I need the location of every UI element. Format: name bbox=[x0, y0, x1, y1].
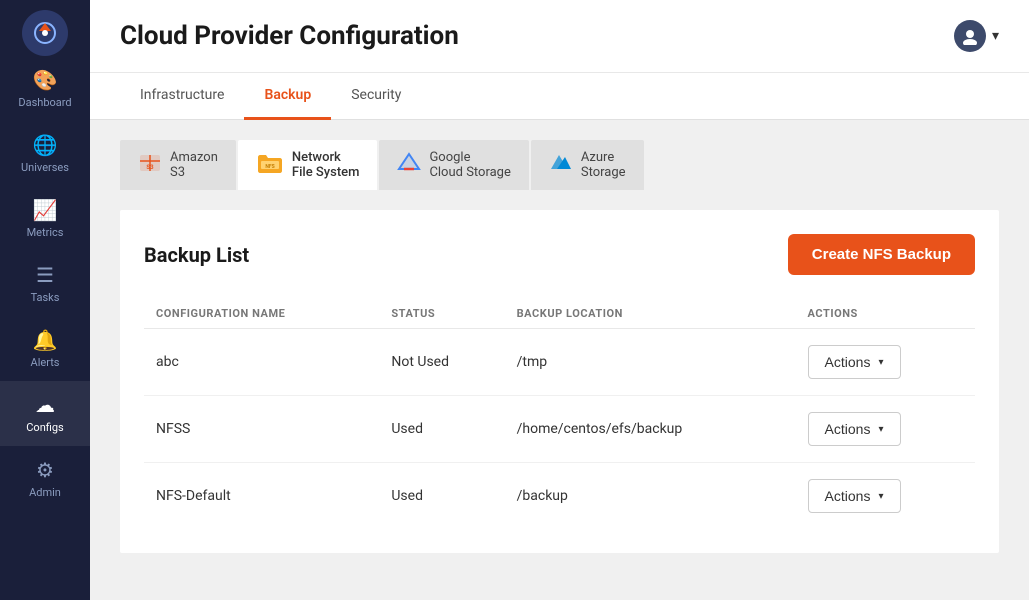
col-status: STATUS bbox=[379, 299, 504, 329]
cell-actions: Actions ▾ bbox=[796, 329, 975, 396]
nfs-folder-icon: NFS bbox=[256, 151, 284, 180]
sidebar-item-dashboard[interactable]: 🎨 Dashboard bbox=[0, 56, 90, 121]
actions-button[interactable]: Actions ▾ bbox=[808, 479, 901, 513]
actions-button-label: Actions bbox=[825, 354, 871, 370]
cell-status: Not Used bbox=[379, 329, 504, 396]
storage-tab-gcs[interactable]: GoogleCloud Storage bbox=[379, 140, 528, 190]
cell-status: Used bbox=[379, 463, 504, 530]
cell-backup-location: /tmp bbox=[505, 329, 796, 396]
col-actions: ACTIONS bbox=[796, 299, 975, 329]
sidebar-item-label: Configs bbox=[26, 421, 63, 434]
sidebar-item-label: Tasks bbox=[31, 291, 60, 304]
sidebar-item-alerts[interactable]: 🔔 Alerts bbox=[0, 316, 90, 381]
storage-tabs: S3 AmazonS3 NFS NetworkFile System bbox=[120, 140, 999, 190]
admin-icon: ⚙ bbox=[36, 458, 54, 482]
col-backup-location: BACKUP LOCATION bbox=[505, 299, 796, 329]
actions-button[interactable]: Actions ▾ bbox=[808, 345, 901, 379]
table-header-row: CONFIGURATION NAME STATUS BACKUP LOCATIO… bbox=[144, 299, 975, 329]
chevron-down-icon: ▾ bbox=[992, 28, 999, 44]
storage-tab-azure[interactable]: AzureStorage bbox=[531, 140, 644, 190]
svg-text:S3: S3 bbox=[146, 164, 154, 171]
cell-actions: Actions ▾ bbox=[796, 396, 975, 463]
sidebar-item-label: Metrics bbox=[27, 226, 64, 239]
backup-panel-header: Backup List Create NFS Backup bbox=[144, 234, 975, 275]
user-avatar bbox=[954, 20, 986, 52]
sidebar-item-admin[interactable]: ⚙ Admin bbox=[0, 446, 90, 511]
sidebar-item-label: Alerts bbox=[31, 356, 60, 369]
actions-caret-icon: ▾ bbox=[878, 357, 883, 368]
cell-config-name: abc bbox=[144, 329, 379, 396]
sidebar-item-label: Admin bbox=[29, 486, 61, 499]
metrics-icon: 📈 bbox=[33, 198, 58, 222]
header: Cloud Provider Configuration ▾ bbox=[90, 0, 1029, 73]
tasks-icon: ☰ bbox=[36, 263, 54, 287]
user-menu-button[interactable]: ▾ bbox=[954, 20, 999, 52]
storage-tab-nfs[interactable]: NFS NetworkFile System bbox=[238, 140, 378, 190]
s3-tab-label: AmazonS3 bbox=[170, 150, 218, 180]
actions-button[interactable]: Actions ▾ bbox=[808, 412, 901, 446]
actions-button-label: Actions bbox=[825, 488, 871, 504]
sidebar-item-tasks[interactable]: ☰ Tasks bbox=[0, 251, 90, 316]
page-title: Cloud Provider Configuration bbox=[120, 21, 459, 51]
storage-tab-s3[interactable]: S3 AmazonS3 bbox=[120, 140, 236, 190]
sidebar-item-configs[interactable]: ☁ Configs bbox=[0, 381, 90, 446]
tab-backup[interactable]: Backup bbox=[244, 73, 331, 120]
tab-security[interactable]: Security bbox=[331, 73, 421, 120]
actions-caret-icon: ▾ bbox=[878, 424, 883, 435]
svg-text:NFS: NFS bbox=[265, 164, 274, 170]
table-row: NFS-Default Used /backup Actions ▾ bbox=[144, 463, 975, 530]
main-tabs: Infrastructure Backup Security bbox=[90, 73, 1029, 120]
cell-status: Used bbox=[379, 396, 504, 463]
universes-icon: 🌐 bbox=[33, 133, 58, 157]
cell-backup-location: /backup bbox=[505, 463, 796, 530]
azure-icon bbox=[549, 151, 573, 180]
app-logo bbox=[22, 10, 68, 56]
table-row: abc Not Used /tmp Actions ▾ bbox=[144, 329, 975, 396]
sidebar: 🎨 Dashboard 🌐 Universes 📈 Metrics ☰ Task… bbox=[0, 0, 90, 600]
cell-backup-location: /home/centos/efs/backup bbox=[505, 396, 796, 463]
main-content: Cloud Provider Configuration ▾ Infrastru… bbox=[90, 0, 1029, 600]
backup-panel: Backup List Create NFS Backup CONFIGURAT… bbox=[120, 210, 999, 553]
actions-caret-icon: ▾ bbox=[878, 491, 883, 502]
tab-infrastructure[interactable]: Infrastructure bbox=[120, 73, 244, 120]
gcs-icon bbox=[397, 151, 421, 180]
nfs-tab-label: NetworkFile System bbox=[292, 150, 360, 180]
azure-tab-label: AzureStorage bbox=[581, 150, 626, 180]
dashboard-icon: 🎨 bbox=[33, 68, 58, 92]
s3-icon: S3 bbox=[138, 151, 162, 180]
backup-list-title: Backup List bbox=[144, 243, 249, 267]
content-area: S3 AmazonS3 NFS NetworkFile System bbox=[90, 120, 1029, 600]
col-config-name: CONFIGURATION NAME bbox=[144, 299, 379, 329]
sidebar-item-label: Dashboard bbox=[18, 96, 71, 109]
gcs-tab-label: GoogleCloud Storage bbox=[429, 150, 510, 180]
cell-actions: Actions ▾ bbox=[796, 463, 975, 530]
table-row: NFSS Used /home/centos/efs/backup Action… bbox=[144, 396, 975, 463]
actions-button-label: Actions bbox=[825, 421, 871, 437]
cell-config-name: NFS-Default bbox=[144, 463, 379, 530]
sidebar-item-label: Universes bbox=[21, 161, 69, 174]
sidebar-item-universes[interactable]: 🌐 Universes bbox=[0, 121, 90, 186]
configs-icon: ☁ bbox=[35, 393, 55, 417]
create-nfs-backup-button[interactable]: Create NFS Backup bbox=[788, 234, 975, 275]
alerts-icon: 🔔 bbox=[33, 328, 58, 352]
sidebar-item-metrics[interactable]: 📈 Metrics bbox=[0, 186, 90, 251]
cell-config-name: NFSS bbox=[144, 396, 379, 463]
backup-table: CONFIGURATION NAME STATUS BACKUP LOCATIO… bbox=[144, 299, 975, 529]
